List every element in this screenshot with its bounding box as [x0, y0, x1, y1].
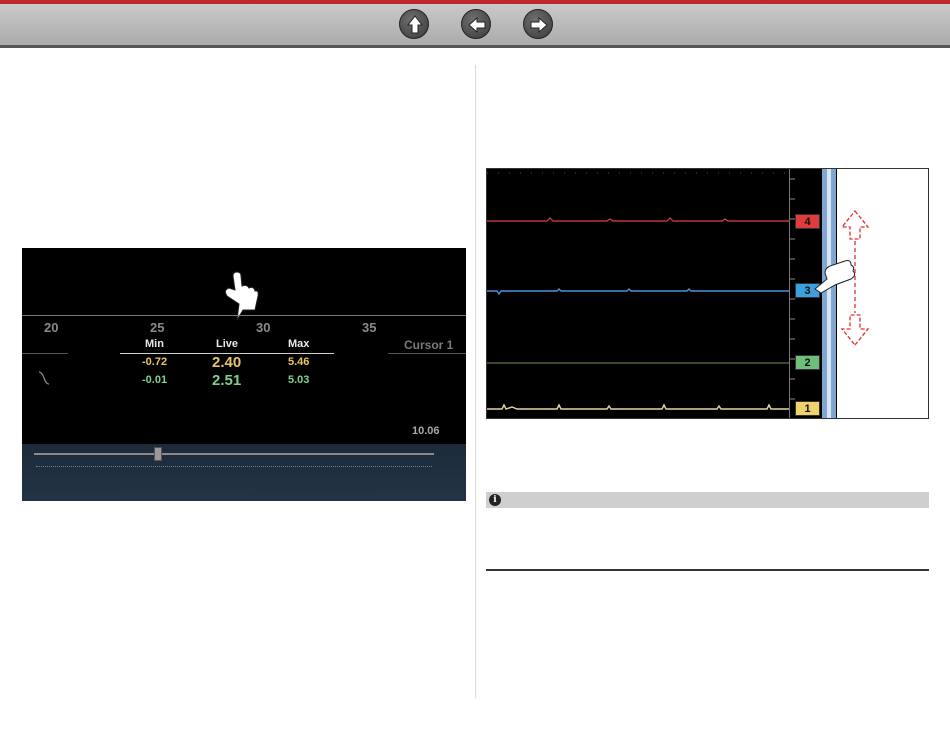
section-rule — [486, 569, 929, 571]
scope-screenshot-right: 4 3 2 1 — [486, 168, 929, 419]
row1-min: -0.72 — [142, 356, 168, 368]
note-bar: i — [486, 492, 929, 508]
tick-label: 30 — [256, 320, 271, 335]
row1-max: 5.46 — [288, 356, 310, 368]
column-divider — [475, 65, 476, 698]
channel-4-tag[interactable]: 4 — [795, 214, 820, 229]
channel-2-tag[interactable]: 2 — [795, 355, 820, 370]
info-icon: i — [489, 494, 501, 506]
left-arrow-icon — [468, 16, 486, 34]
tick-label: 20 — [44, 320, 59, 335]
time-axis — [22, 315, 466, 316]
max-header: Max — [288, 338, 310, 350]
drag-updown-arrow-icon — [840, 209, 870, 347]
trace-lines — [487, 172, 789, 410]
tick-label: 35 — [362, 320, 377, 335]
live-header: Live — [216, 338, 239, 350]
forward-button[interactable] — [523, 9, 553, 39]
scope-screenshot-left: 20 25 30 35 Min Live Max Cursor 1 -0.72 … — [22, 248, 466, 501]
waveform-icon — [38, 371, 50, 385]
home-button[interactable] — [399, 9, 429, 39]
row2-min: -0.01 — [142, 374, 168, 386]
home-up-arrow-icon — [406, 15, 424, 34]
row1-live: 2.40 — [212, 354, 242, 371]
header-rule-right — [388, 353, 466, 354]
row2-max: 5.03 — [288, 374, 310, 386]
tick-label: 25 — [150, 320, 165, 335]
time-slider-track[interactable] — [34, 453, 434, 455]
time-slider-thumb[interactable] — [154, 447, 162, 461]
header-rule-left — [22, 353, 68, 354]
right-arrow-icon — [530, 16, 548, 34]
row2-live: 2.51 — [212, 372, 242, 389]
back-button[interactable] — [461, 9, 491, 39]
channel-1-tag[interactable]: 1 — [795, 401, 820, 416]
min-header: Min — [145, 338, 164, 350]
bottom-value: 10.06 — [412, 425, 440, 437]
cursor-label[interactable]: Cursor 1 — [404, 338, 453, 352]
slider-dots — [36, 466, 432, 467]
toolbar-divider — [0, 45, 950, 48]
